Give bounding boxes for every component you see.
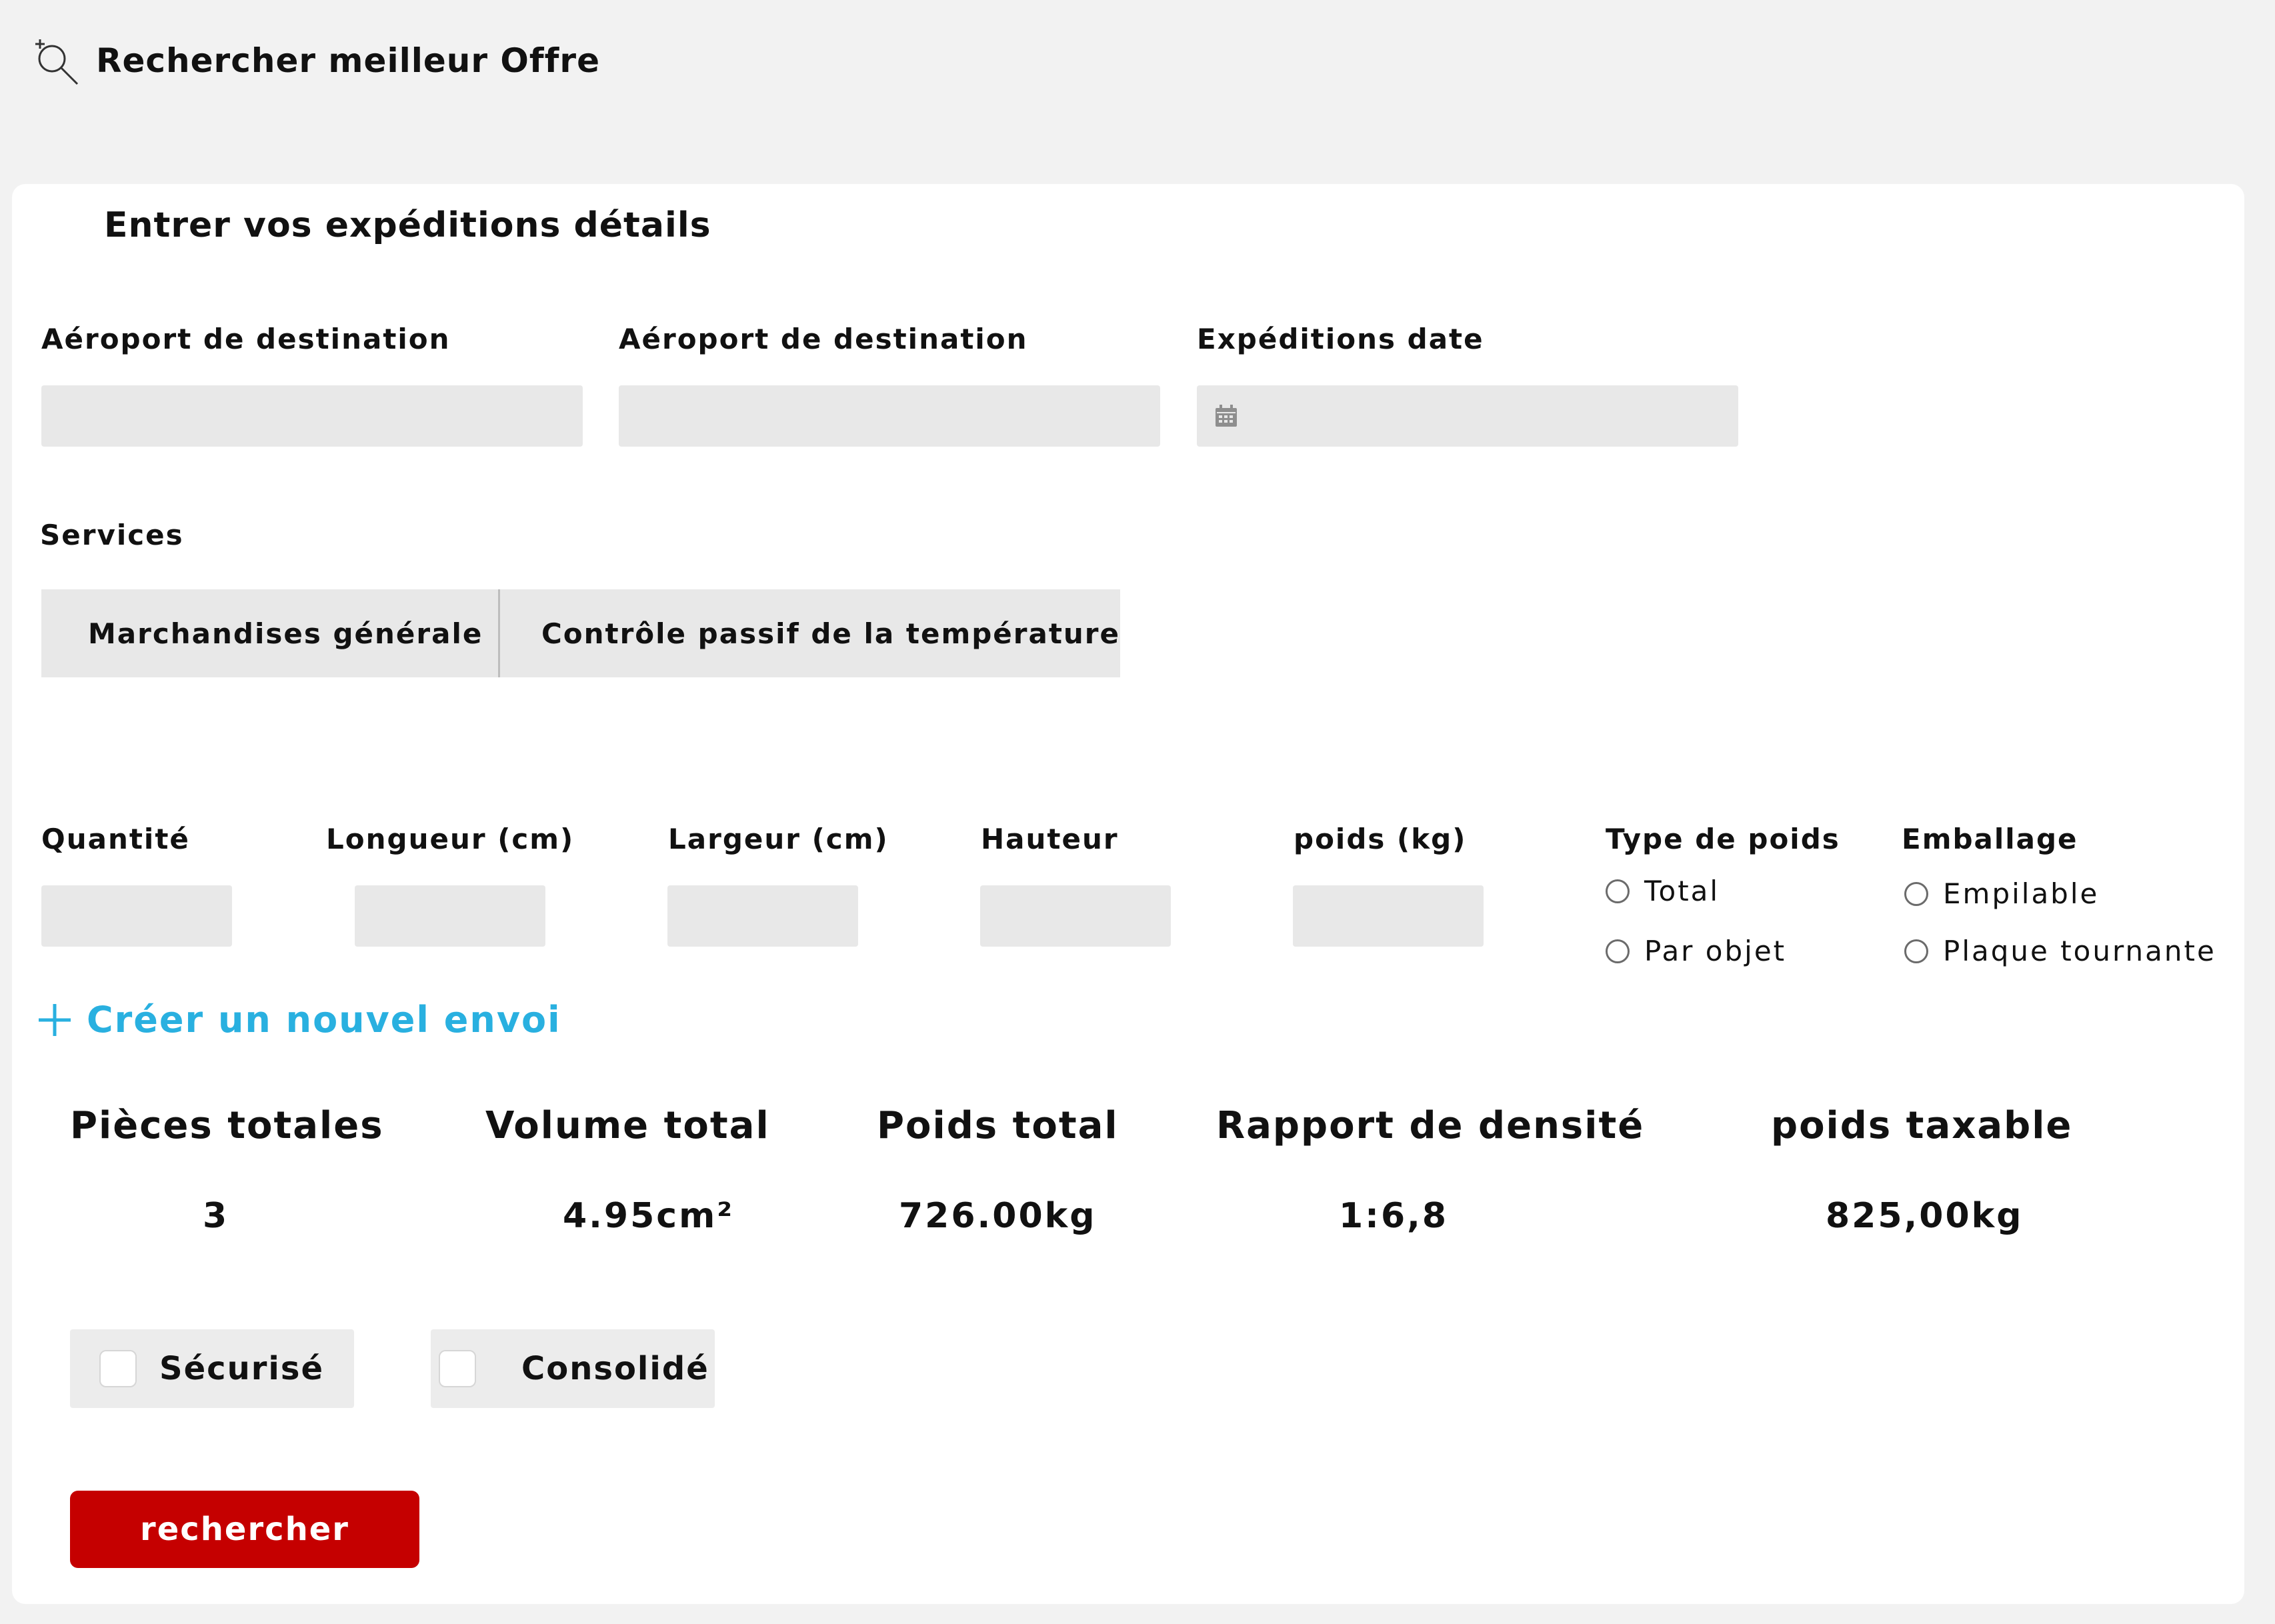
weight-type-per-item-option[interactable]: Par objet	[1606, 935, 1786, 967]
packaging-stackable-option[interactable]: Empilable	[1904, 877, 2099, 910]
quantity-label: Quantité	[41, 823, 190, 855]
radio-label: Par objet	[1644, 935, 1787, 967]
width-label: Largeur (cm)	[668, 823, 889, 855]
height-input[interactable]	[980, 885, 1171, 947]
weight-type-label: Type de poids	[1606, 823, 1840, 855]
weight-label: poids (kg)	[1294, 823, 1467, 855]
card-title: Entrer vos expéditions détails	[104, 205, 711, 245]
origin-label: Aéroport de destination	[41, 323, 451, 355]
packaging-turntable-option[interactable]: Plaque tournante	[1904, 935, 2216, 967]
width-input[interactable]	[667, 885, 858, 947]
services-segmented-control: Marchandises générale Contrôle passif de…	[41, 589, 1120, 677]
secured-label: Sécurisé	[159, 1350, 324, 1387]
summary-weight-label: Poids total	[877, 1104, 1119, 1147]
calendar-icon	[1216, 405, 1237, 427]
summary-taxable-value: 825,00kg	[1826, 1196, 2024, 1236]
create-shipment-label: Créer un nouvel envoi	[87, 999, 561, 1041]
length-input[interactable]	[355, 885, 545, 947]
radio-button[interactable]	[1904, 881, 1928, 906]
consolidated-label: Consolidé	[521, 1350, 709, 1387]
page-header: Rechercher meilleur Offre	[29, 35, 600, 87]
summary-weight-value: 726.00kg	[899, 1196, 1097, 1236]
summary-taxable-label: poids taxable	[1771, 1104, 2073, 1147]
create-shipment-link[interactable]: Créer un nouvel envoi	[36, 999, 561, 1041]
page-title: Rechercher meilleur Offre	[96, 41, 601, 80]
packaging-label: Emballage	[1902, 823, 2078, 855]
destination-airport-input[interactable]	[619, 385, 1160, 447]
consolidated-checkbox[interactable]	[439, 1350, 476, 1387]
secured-option[interactable]: Sécurisé	[70, 1329, 354, 1408]
radio-label: Total	[1644, 875, 1720, 907]
summary-pieces-label: Pièces totales	[70, 1104, 384, 1147]
shipment-date-input[interactable]	[1197, 385, 1738, 447]
date-label: Expéditions date	[1197, 323, 1484, 355]
secured-checkbox[interactable]	[99, 1350, 137, 1387]
radio-button[interactable]	[1606, 879, 1630, 903]
weight-input[interactable]	[1293, 885, 1484, 947]
summary-volume-label: Volume total	[485, 1104, 770, 1147]
service-passive-temperature[interactable]: Contrôle passif de la température	[500, 589, 1120, 677]
plus-icon	[39, 1003, 71, 1036]
summary-density-label: Rapport de densité	[1216, 1104, 1645, 1147]
search-plus-icon	[35, 39, 79, 85]
weight-type-total-option[interactable]: Total	[1606, 875, 1720, 907]
radio-label: Empilable	[1943, 877, 2100, 910]
radio-label: Plaque tournante	[1943, 935, 2216, 967]
height-label: Hauteur	[981, 823, 1119, 855]
summary-volume-value: 4.95cm²	[563, 1196, 735, 1236]
length-label: Longueur (cm)	[326, 823, 575, 855]
consolidated-option[interactable]: Consolidé	[431, 1329, 715, 1408]
radio-button[interactable]	[1606, 939, 1630, 963]
origin-airport-input[interactable]	[41, 385, 583, 447]
quantity-input[interactable]	[41, 885, 232, 947]
summary-pieces-value: 3	[203, 1196, 229, 1236]
service-general-cargo[interactable]: Marchandises générale	[41, 589, 500, 677]
search-button[interactable]: rechercher	[70, 1491, 419, 1568]
services-label: Services	[40, 519, 184, 551]
destination-label: Aéroport de destination	[619, 323, 1028, 355]
summary-density-value: 1:6,8	[1339, 1196, 1449, 1236]
radio-button[interactable]	[1904, 939, 1928, 963]
